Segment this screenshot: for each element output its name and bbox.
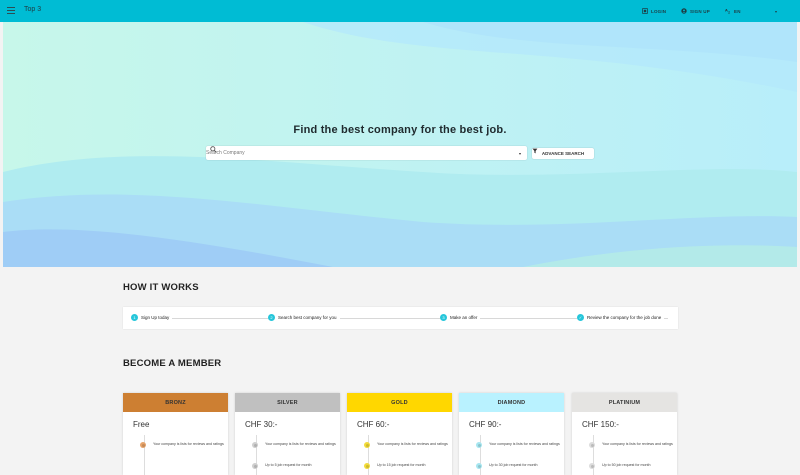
plan-header: SILVER bbox=[235, 393, 340, 412]
menu-icon[interactable] bbox=[7, 7, 15, 14]
how-it-works-stepper: 1 Sign Up today 2 Search best company fo… bbox=[123, 307, 678, 329]
plan-name: BRONZ bbox=[165, 399, 186, 406]
signup-button[interactable]: SIGN UP bbox=[681, 5, 710, 17]
plan-timeline bbox=[144, 435, 145, 475]
feature-text: Your company is lists for reviews and ra… bbox=[377, 442, 448, 446]
feature-dot-icon bbox=[252, 463, 258, 469]
plan-card-diamond[interactable]: DIAMOND CHF 90:- Your company is lists f… bbox=[459, 393, 564, 475]
plan-feature: Up to 15 job request for month bbox=[364, 463, 448, 469]
dropdown-arrow-icon[interactable]: ▾ bbox=[519, 151, 521, 156]
plan-name: DIAMOND bbox=[497, 399, 526, 406]
language-label: EN bbox=[734, 8, 741, 14]
login-icon bbox=[642, 8, 648, 14]
account-icon bbox=[681, 8, 687, 14]
plan-feature: Up to 30 job request for month bbox=[476, 463, 560, 469]
plan-feature: Your company is lists for reviews and ra… bbox=[364, 442, 448, 448]
how-it-works-title: HOW IT WORKS bbox=[123, 282, 199, 293]
top-app-bar: Top 3 LOGIN SIGN UP Az EN ▾ bbox=[0, 0, 800, 22]
step-label: Review the company for the job done bbox=[587, 315, 662, 320]
plan-price: CHF 90:- bbox=[469, 420, 502, 429]
plan-card-platinium[interactable]: PLATINIUM CHF 150:- Your company is list… bbox=[572, 393, 677, 475]
plan-feature: Your company is lists for reviews and ra… bbox=[589, 442, 673, 448]
app-title[interactable]: Top 3 bbox=[24, 6, 41, 13]
feature-text: Up to 5 job request for month bbox=[265, 463, 312, 467]
feature-text: Up to 50 job request for month bbox=[602, 463, 651, 467]
plan-header: DIAMOND bbox=[459, 393, 564, 412]
step-review: ✓ Review the company for the job done bbox=[577, 314, 665, 321]
plan-header: GOLD bbox=[347, 393, 452, 412]
plan-name: GOLD bbox=[391, 399, 408, 406]
plan-feature: Up to 50 job request for month bbox=[589, 463, 673, 469]
login-button[interactable]: LOGIN bbox=[642, 5, 666, 17]
plan-feature: Your company is lists for reviews and ra… bbox=[140, 442, 224, 448]
plan-price: CHF 150:- bbox=[582, 420, 619, 429]
language-selector[interactable]: Az EN bbox=[725, 5, 741, 17]
plan-header: PLATINIUM bbox=[572, 393, 677, 412]
step-label: Sign Up today bbox=[141, 315, 170, 320]
step-3-dot: 3 bbox=[440, 314, 447, 321]
search-company-input[interactable]: Search Company ▾ bbox=[206, 146, 527, 160]
chevron-down-icon[interactable]: ▾ bbox=[775, 9, 777, 14]
feature-dot-icon bbox=[476, 463, 482, 469]
feature-dot-icon bbox=[589, 463, 595, 469]
check-icon: ✓ bbox=[577, 314, 584, 321]
search-placeholder: Search Company bbox=[206, 150, 245, 156]
plan-timeline bbox=[256, 435, 257, 475]
feature-text: Up to 30 job request for month bbox=[489, 463, 538, 467]
feature-dot-icon bbox=[364, 463, 370, 469]
plan-name: PLATINIUM bbox=[608, 399, 641, 406]
plan-card-gold[interactable]: GOLD CHF 60:- Your company is lists for … bbox=[347, 393, 452, 475]
step-2-dot: 2 bbox=[268, 314, 275, 321]
plan-price: Free bbox=[133, 420, 150, 429]
plan-name: SILVER bbox=[277, 399, 298, 406]
svg-text:z: z bbox=[728, 10, 731, 14]
plan-header: BRONZ bbox=[123, 393, 228, 412]
feature-text: Your company is lists for reviews and ra… bbox=[602, 442, 673, 446]
feature-dot-icon bbox=[364, 442, 370, 448]
feature-dot-icon bbox=[589, 442, 595, 448]
become-member-title: BECOME A MEMBER bbox=[123, 358, 222, 369]
plan-timeline bbox=[480, 435, 481, 475]
plan-price: CHF 30:- bbox=[245, 420, 278, 429]
search-icon bbox=[210, 146, 217, 153]
step-label: Make an offer bbox=[450, 315, 478, 320]
step-label: Search best company for you bbox=[278, 315, 337, 320]
plan-feature: Your company is lists for reviews and ra… bbox=[476, 442, 560, 448]
step-offer: 3 Make an offer bbox=[440, 314, 481, 321]
plan-feature: Up to 5 job request for month bbox=[252, 463, 336, 469]
filter-icon bbox=[532, 148, 538, 154]
feature-dot-icon bbox=[140, 442, 146, 448]
plan-card-silver[interactable]: SILVER CHF 30:- Your company is lists fo… bbox=[235, 393, 340, 475]
step-search: 2 Search best company for you bbox=[268, 314, 340, 321]
plan-timeline bbox=[593, 435, 594, 475]
hero-title: Find the best company for the best job. bbox=[293, 124, 507, 136]
plan-card-bronz[interactable]: BRONZ Free Your company is lists for rev… bbox=[123, 393, 228, 475]
feature-dot-icon bbox=[476, 442, 482, 448]
login-label: LOGIN bbox=[651, 8, 667, 14]
feature-text: Up to 15 job request for month bbox=[377, 463, 426, 467]
plan-feature: Your company is lists for reviews and ra… bbox=[252, 442, 336, 448]
hero-section: Find the best company for the best job. … bbox=[3, 22, 797, 267]
translate-icon: Az bbox=[725, 9, 731, 14]
step-sign-up: 1 Sign Up today bbox=[131, 314, 173, 321]
plan-timeline bbox=[368, 435, 369, 475]
feature-dot-icon bbox=[252, 442, 258, 448]
signup-label: SIGN UP bbox=[690, 8, 710, 14]
feature-text: Your company is lists for reviews and ra… bbox=[489, 442, 560, 446]
feature-text: Your company is lists for reviews and ra… bbox=[265, 442, 336, 446]
feature-text: Your company is lists for reviews and ra… bbox=[153, 442, 224, 446]
plan-price: CHF 60:- bbox=[357, 420, 390, 429]
advance-search-button[interactable]: ADVANCE SEARCH bbox=[532, 148, 594, 159]
step-1-dot: 1 bbox=[131, 314, 138, 321]
hero-background bbox=[3, 22, 797, 267]
advance-search-label: ADVANCE SEARCH bbox=[541, 151, 585, 156]
